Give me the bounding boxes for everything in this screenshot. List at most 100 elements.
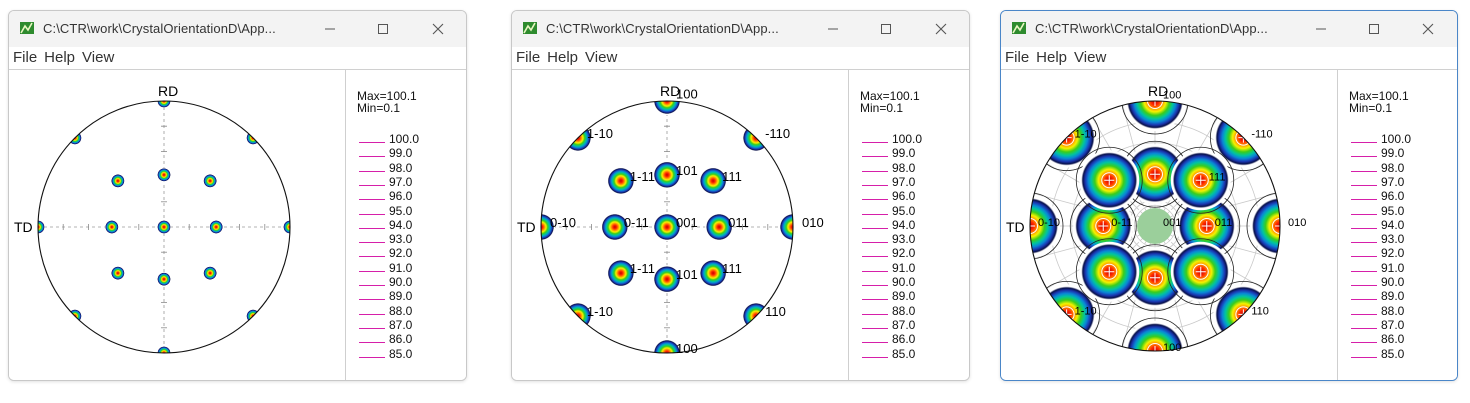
pole-label-0: 001 xyxy=(1163,217,1181,229)
minimize-button[interactable] xyxy=(1298,11,1344,47)
legend-level-line xyxy=(359,342,385,344)
legend-level-line xyxy=(359,199,385,201)
legend-level-line xyxy=(1351,356,1377,358)
minimize-icon xyxy=(828,28,838,30)
min-value-label: Min=0.1 xyxy=(357,101,401,115)
legend-level-line xyxy=(862,242,888,244)
menu-view[interactable]: View xyxy=(1070,47,1109,69)
legend-level-line xyxy=(359,285,385,286)
client-area: RD TD 001 100 100 0-10 010 1-10 -110 1-10 110 101… xyxy=(512,70,969,380)
maximize-icon xyxy=(881,24,891,34)
rd-label: RD xyxy=(1148,83,1168,99)
legend-level-0: 100.0 xyxy=(862,133,962,147)
pole-label-14: 111 xyxy=(722,169,742,184)
legend-level-value: 92.0 xyxy=(389,246,413,261)
min-value-label: Min=0.1 xyxy=(1349,101,1393,115)
pole-marker-11 xyxy=(104,220,119,234)
legend-level-value: 97.0 xyxy=(892,174,916,189)
close-button[interactable] xyxy=(1405,11,1451,47)
title-bar[interactable]: C:\CTR\work\CrystalOrientationD\App... xyxy=(9,11,466,47)
pole-label-6: -110 xyxy=(1251,129,1272,141)
pole-figure-window-2: C:\CTR\work\CrystalOrientationD\App... F… xyxy=(511,10,970,381)
legend-level-10: 90.0 xyxy=(862,276,962,290)
legend-level-value: 85.0 xyxy=(892,346,916,361)
legend-level-line xyxy=(862,285,888,286)
legend-level-line xyxy=(1351,256,1377,258)
pole-label-12: 011 xyxy=(728,215,749,230)
legend-level-line xyxy=(359,142,385,143)
legend-level-value: 91.0 xyxy=(1381,260,1405,275)
minimize-button[interactable] xyxy=(307,11,353,47)
legend-level-line xyxy=(359,156,385,158)
maximize-button[interactable] xyxy=(863,11,909,47)
legend-level-4: 96.0 xyxy=(862,190,962,204)
legend-level-value: 97.0 xyxy=(389,174,413,189)
pole-marker-12 xyxy=(209,220,224,234)
pole-figure-window-3: C:\CTR\work\CrystalOrientationD\App... F… xyxy=(1000,10,1458,381)
legend-level-value: 91.0 xyxy=(389,260,413,275)
legend-level-8: 92.0 xyxy=(1351,247,1451,261)
legend-level-line xyxy=(359,270,385,272)
legend-level-value: 96.0 xyxy=(389,189,413,204)
legend-level-0: 100.0 xyxy=(359,133,459,147)
menu-file[interactable]: File xyxy=(1001,47,1032,69)
menu-help[interactable]: Help xyxy=(40,47,78,69)
pole-label-4: 010 xyxy=(1288,217,1306,229)
legend-level-value: 99.0 xyxy=(1381,146,1405,161)
pole-marker-9 xyxy=(157,167,171,182)
legend-level-13: 87.0 xyxy=(359,319,459,333)
menu-file[interactable]: File xyxy=(9,47,40,69)
legend-level-2: 98.0 xyxy=(1351,162,1451,176)
min-value-label: Min=0.1 xyxy=(860,101,904,115)
maximize-button[interactable] xyxy=(1351,11,1397,47)
close-button[interactable] xyxy=(918,11,964,47)
title-bar[interactable]: C:\CTR\work\CrystalOrientationD\App... xyxy=(512,11,969,47)
legend-level-10: 90.0 xyxy=(359,276,459,290)
legend-level-line xyxy=(862,199,888,201)
title-bar[interactable]: C:\CTR\work\CrystalOrientationD\App... xyxy=(1001,11,1457,47)
legend-level-11: 89.0 xyxy=(862,290,962,304)
menu-view[interactable]: View xyxy=(78,47,117,69)
legend-level-5: 95.0 xyxy=(359,205,459,219)
pole-figure-plot: RD TD 001 100 100 0-10 010 1-10 -110 1-10 110 101… xyxy=(512,70,849,380)
legend-level-line xyxy=(359,242,385,244)
td-label: TD xyxy=(517,219,536,235)
contour-legend: Max=100.1 Min=0.1 100.0 99.0 98.0 97.0 96.0 9… xyxy=(355,70,465,380)
legend-level-value: 85.0 xyxy=(389,346,413,361)
legend-level-1: 99.0 xyxy=(359,147,459,161)
app-icon xyxy=(523,22,537,34)
pole-figure-plot: 001 100 100 0-10 010 1-10 -110 1-10 110 0-11 011 11… xyxy=(1001,70,1338,380)
close-button[interactable] xyxy=(415,11,461,47)
pole-label-9: 101 xyxy=(676,163,698,178)
legend-level-6: 94.0 xyxy=(1351,219,1451,233)
legend-level-14: 86.0 xyxy=(862,333,962,347)
legend-level-line xyxy=(1351,184,1377,186)
pole-label-11: 0-11 xyxy=(624,215,649,230)
pole-label-15: 1-11 xyxy=(630,261,655,276)
close-icon xyxy=(935,23,947,35)
legend-level-12: 88.0 xyxy=(862,305,962,319)
legend-level-value: 96.0 xyxy=(892,189,916,204)
legend-level-value: 91.0 xyxy=(892,260,916,275)
legend-level-1: 99.0 xyxy=(862,147,962,161)
legend-level-value: 97.0 xyxy=(1381,174,1405,189)
menu-file[interactable]: File xyxy=(512,47,543,69)
menu-help[interactable]: Help xyxy=(1032,47,1070,69)
legend-level-line xyxy=(862,142,888,143)
pole-label-2: 100 xyxy=(676,341,698,356)
legend-level-value: 93.0 xyxy=(389,232,413,247)
menu-bar: File Help View xyxy=(1001,47,1457,70)
legend-level-line xyxy=(359,256,385,258)
legend-level-line xyxy=(359,313,385,315)
legend-level-line xyxy=(359,299,385,301)
menu-view[interactable]: View xyxy=(581,47,620,69)
maximize-button[interactable] xyxy=(360,11,406,47)
legend-level-14: 86.0 xyxy=(1351,333,1451,347)
legend-level-3: 97.0 xyxy=(862,176,962,190)
minimize-button[interactable] xyxy=(810,11,856,47)
pole-label-4: 010 xyxy=(802,215,824,230)
legend-level-value: 99.0 xyxy=(892,146,916,161)
menu-help[interactable]: Help xyxy=(543,47,581,69)
legend-level-line xyxy=(359,213,385,215)
pole-label-3: 0-10 xyxy=(1038,217,1060,229)
